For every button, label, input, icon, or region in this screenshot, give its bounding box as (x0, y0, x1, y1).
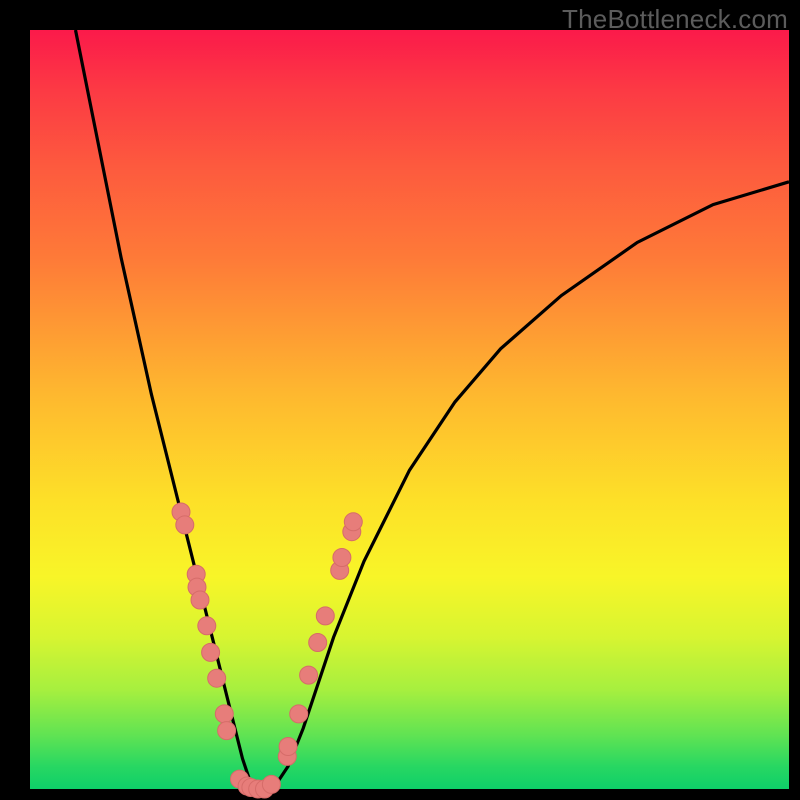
marker-dot (333, 549, 351, 567)
marker-dot (198, 617, 216, 635)
marker-dot (290, 705, 308, 723)
marker-dot (344, 513, 362, 531)
marker-dot (309, 634, 327, 652)
marker-dot (316, 607, 334, 625)
marker-dot (279, 738, 297, 756)
watermark-text: TheBottleneck.com (562, 4, 788, 35)
marker-dot (208, 669, 226, 687)
marker-dot (191, 591, 209, 609)
marker-group (172, 503, 362, 798)
chart-frame: TheBottleneck.com (0, 0, 800, 800)
marker-dot (300, 666, 318, 684)
marker-dot (215, 705, 233, 723)
bottleneck-curve (76, 30, 790, 789)
marker-dot (218, 722, 236, 740)
curve-layer (30, 30, 789, 789)
marker-dot (262, 775, 280, 793)
marker-dot (176, 516, 194, 534)
marker-dot (202, 643, 220, 661)
